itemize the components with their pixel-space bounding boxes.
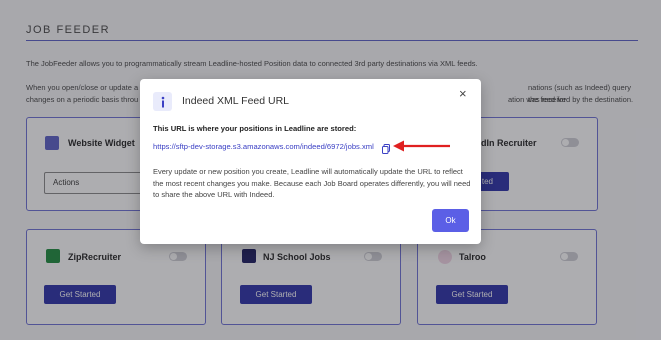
red-arrow-icon — [393, 140, 450, 152]
close-icon[interactable]: × — [459, 86, 467, 101]
copy-icon[interactable] — [382, 141, 390, 154]
indeed-xml-feed-modal: Indeed XML Feed URL × This URL is where … — [140, 79, 481, 244]
modal-subhead: This URL is where your positions in Lead… — [153, 124, 357, 133]
modal-title: Indeed XML Feed URL — [182, 95, 290, 107]
info-icon — [153, 92, 172, 111]
modal-body-text: Every update or new position you create,… — [153, 167, 471, 199]
feed-url-link[interactable]: https://sftp-dev-storage.s3.amazonaws.co… — [153, 142, 374, 151]
ok-button[interactable]: Ok — [432, 209, 469, 232]
